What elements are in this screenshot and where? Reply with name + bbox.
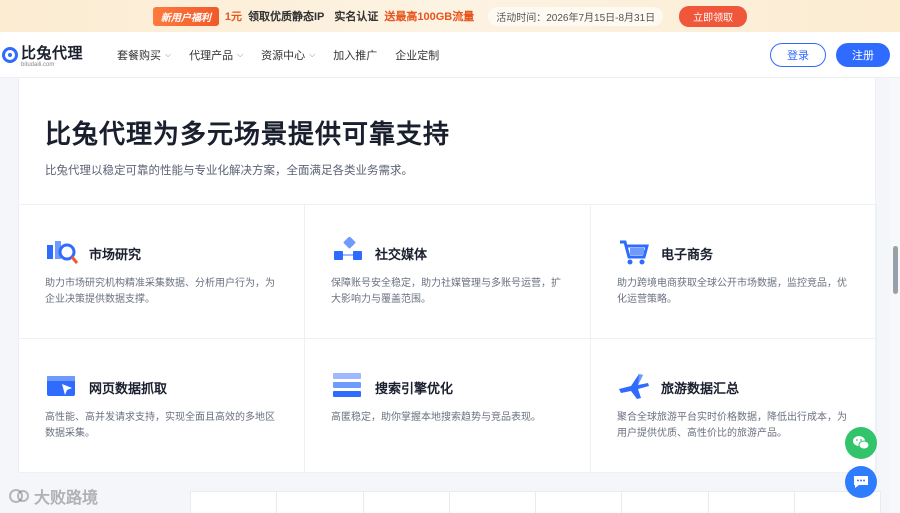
partial-card xyxy=(362,491,450,513)
scrollbar-track[interactable] xyxy=(890,78,900,513)
chat-bubble-icon xyxy=(854,476,868,488)
register-button[interactable]: 注册 xyxy=(836,42,890,67)
web-scraping-icon xyxy=(45,371,79,401)
scenario-title: 社交媒体 xyxy=(375,247,428,262)
promo-offer: 1元 xyxy=(224,11,242,23)
chevron-down-icon: ⌵ xyxy=(165,49,172,59)
partial-card xyxy=(707,491,795,513)
scenario-title: 旅游数据汇总 xyxy=(661,381,740,396)
logo-mark-icon xyxy=(2,46,18,63)
section-subtitle: 比兔代理以稳定可靠的性能与专业化解决方案，全面满足各类业务需求。 xyxy=(45,165,413,177)
social-media-icon xyxy=(331,236,365,267)
chevron-down-icon: ⌵ xyxy=(237,49,244,59)
scenario-card-web-scraping[interactable]: 网页数据抓取 高性能、高并发请求支持，实现全面且高效的多地区数据采集。 xyxy=(19,339,305,473)
scenario-desc: 高匿稳定，助你掌握本地搜索趋势与竞品表现。 xyxy=(331,412,541,423)
next-section-partial xyxy=(190,491,881,513)
watermark-logo-icon xyxy=(9,489,29,503)
scenario-title: 网页数据抓取 xyxy=(89,381,168,396)
scenario-desc: 助力跨境电商获取全球公开市场数据，监控竞品，优化运营策略。 xyxy=(617,278,847,305)
scenario-desc: 助力市场研究机构精准采集数据、分析用户行为，为企业决策提供数据支撑。 xyxy=(45,278,275,305)
scenario-desc: 聚合全球旅游平台实时价格数据，降低出行成本，为用户提供优质、高性价比的旅游产品。 xyxy=(617,412,847,439)
wechat-contact-button[interactable] xyxy=(845,427,877,459)
nav-item-plans[interactable]: 套餐购买 ⌵ xyxy=(108,47,180,63)
watermark: 大败路境 xyxy=(8,484,98,508)
promo-tag: 新用户福利 xyxy=(152,6,219,26)
logo-domain: bitudaili.com xyxy=(21,61,55,68)
scenario-desc: 保障账号安全稳定，助力社媒管理与多账号运营，扩大影响力与覆盖范围。 xyxy=(331,278,561,305)
chevron-down-icon: ⌵ xyxy=(309,49,316,59)
nav-item-affiliate[interactable]: 加入推广 xyxy=(324,47,386,63)
site-header: 比兔代理 bitudaili.com 套餐购买 ⌵ 代理产品 ⌵ 资源中心 ⌵ 加入推… xyxy=(0,32,900,78)
wechat-icon xyxy=(853,436,870,450)
partial-card xyxy=(276,491,364,513)
market-research-icon xyxy=(45,237,79,267)
promo-offer-text: 领取优质静态IP xyxy=(247,11,325,23)
scenario-title: 电子商务 xyxy=(661,247,714,262)
logo-name: 比兔代理 xyxy=(21,44,84,62)
shopping-cart-icon xyxy=(617,237,651,267)
logo[interactable]: 比兔代理 bitudaili.com xyxy=(2,42,90,68)
partial-card xyxy=(535,491,623,513)
scenario-card-seo[interactable]: 搜索引擎优化 高匿稳定，助你掌握本地搜索趋势与竞品表现。 xyxy=(305,339,591,473)
partial-card xyxy=(448,491,536,513)
promo-bonus-text: 送最高100GB流量 xyxy=(384,11,475,23)
scenario-desc: 高性能、高并发请求支持，实现全面且高效的多地区数据采集。 xyxy=(45,412,275,439)
scenario-card-social-media[interactable]: 社交媒体 保障账号安全稳定，助力社媒管理与多账号运营，扩大影响力与覆盖范围。 xyxy=(305,205,591,339)
scenarios-section: 比兔代理为多元场景提供可靠支持 比兔代理以稳定可靠的性能与专业化解决方案，全面满… xyxy=(18,78,877,473)
partial-card xyxy=(621,491,709,513)
section-title: 比兔代理为多元场景提供可靠支持 xyxy=(45,119,451,149)
scenario-title: 市场研究 xyxy=(89,247,142,262)
nav-item-products[interactable]: 代理产品 ⌵ xyxy=(180,47,252,63)
promo-banner[interactable]: 新用户福利 1元 领取优质静态IP 实名认证 送最高100GB流量 活动时间：2… xyxy=(0,0,900,32)
online-chat-button[interactable] xyxy=(845,466,877,498)
scenario-card-travel[interactable]: 旅游数据汇总 聚合全球旅游平台实时价格数据，降低出行成本，为用户提供优质、高性价… xyxy=(591,339,877,473)
partial-card xyxy=(190,491,278,513)
main-nav: 套餐购买 ⌵ 代理产品 ⌵ 资源中心 ⌵ 加入推广 企业定制 xyxy=(108,47,448,63)
scrollbar-thumb[interactable] xyxy=(893,246,898,294)
scenario-card-ecommerce[interactable]: 电子商务 助力跨境电商获取全球公开市场数据，监控竞品，优化运营策略。 xyxy=(591,205,877,339)
nav-item-resources[interactable]: 资源中心 ⌵ xyxy=(252,47,324,63)
promo-cta-button[interactable]: 立即领取 xyxy=(679,5,748,27)
promo-time: 活动时间：2026年7月15日-8月31日 xyxy=(488,6,664,26)
nav-item-enterprise[interactable]: 企业定制 xyxy=(386,47,448,63)
airplane-icon xyxy=(617,371,651,401)
seo-icon xyxy=(331,371,365,401)
login-button[interactable]: 登录 xyxy=(770,42,826,67)
scenarios-grid: 市场研究 助力市场研究机构精准采集数据、分析用户行为，为企业决策提供数据支撑。 … xyxy=(19,204,877,473)
scenario-title: 搜索引擎优化 xyxy=(375,381,454,396)
promo-verify-text: 实名认证 xyxy=(334,11,379,23)
watermark-text: 大败路境 xyxy=(34,490,99,507)
scenario-card-market-research[interactable]: 市场研究 助力市场研究机构精准采集数据、分析用户行为，为企业决策提供数据支撑。 xyxy=(19,205,305,339)
